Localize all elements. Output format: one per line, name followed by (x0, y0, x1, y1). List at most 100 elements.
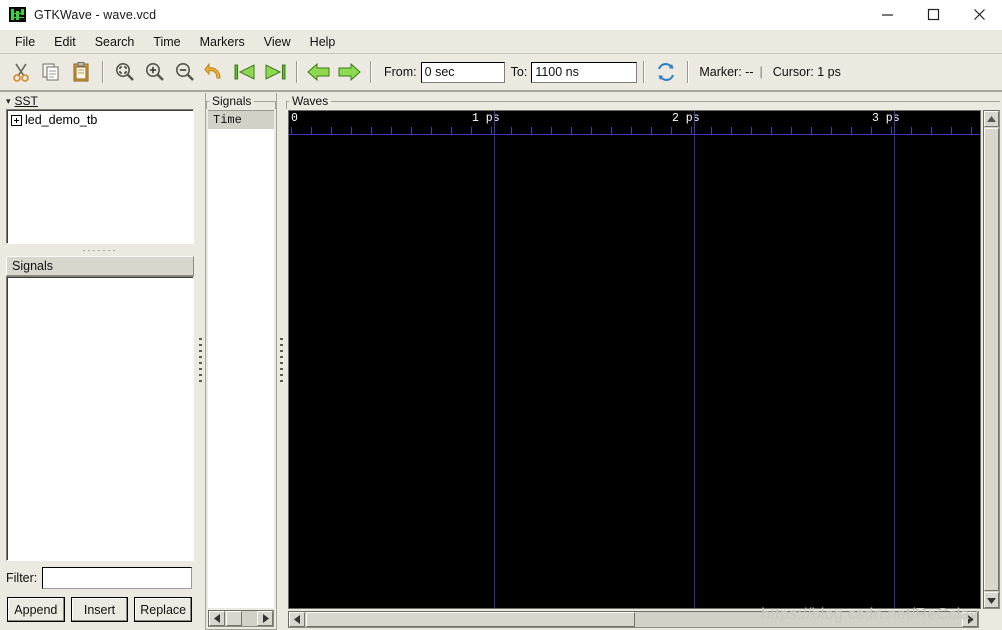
from-label: From: (384, 65, 417, 79)
prev-edge-icon[interactable] (304, 57, 334, 87)
paste-icon[interactable] (66, 57, 96, 87)
toolbar-separator-2 (296, 61, 298, 83)
waves-group-frame: Waves 0 1 ps 2 ps 3 ps (286, 93, 1000, 630)
cut-icon[interactable] (6, 57, 36, 87)
vertical-splitter-left[interactable] (196, 92, 205, 630)
signals-pane-list[interactable] (6, 276, 194, 561)
signals-column-legend: Signals (209, 94, 255, 108)
sst-label: SST (14, 94, 38, 108)
ruler-ticks (289, 127, 980, 135)
waves-hscrollbar[interactable] (288, 611, 979, 628)
scroll-up-icon[interactable] (984, 111, 999, 127)
waves-scroll-right-icon[interactable] (962, 612, 978, 627)
waves-vscrollbar[interactable] (983, 110, 1000, 609)
menu-file[interactable]: File (6, 32, 44, 52)
signals-group-frame: Signals Time (205, 93, 277, 630)
signals-pane-header: Signals (6, 256, 194, 276)
toolbar: From: 0 sec To: 1100 ns Marker: -- | Cur… (0, 54, 1002, 92)
zoom-in-icon[interactable] (140, 57, 170, 87)
time-ruler[interactable]: 0 1 ps 2 ps 3 ps (289, 111, 980, 135)
menu-bar: File Edit Search Time Markers View Help (0, 30, 1002, 54)
maximize-button[interactable] (910, 0, 956, 30)
cursor-status: Cursor: 1 ps (772, 65, 841, 79)
menu-help[interactable]: Help (301, 32, 345, 52)
filter-row: Filter: (4, 561, 196, 594)
chevron-down-icon: ▾ (6, 95, 11, 106)
filter-label: Filter: (6, 571, 38, 585)
toolbar-separator-4 (643, 61, 646, 83)
sst-node-label: led_demo_tb (25, 113, 98, 127)
zoom-fit-icon[interactable] (110, 57, 140, 87)
waves-legend: Waves (289, 94, 332, 108)
signal-row-time[interactable]: Time (208, 111, 274, 129)
reload-icon[interactable] (651, 57, 681, 87)
waves-hscroll-thumb[interactable] (306, 612, 635, 627)
ruler-cursor-line-0 (494, 111, 495, 135)
ruler-label-3: 3 ps (872, 112, 900, 125)
zoom-out-icon[interactable] (170, 57, 200, 87)
waves-bottom-row (286, 609, 1000, 630)
insert-button[interactable]: Insert (70, 597, 129, 622)
title-bar: GTKWave - wave.vcd (0, 0, 1002, 30)
filter-input[interactable] (42, 567, 192, 589)
marker-status: Marker: -- (699, 65, 754, 79)
wave-gridline-1 (694, 135, 695, 608)
sst-header[interactable]: ▾ SST (4, 92, 196, 109)
wave-drawing-area[interactable] (289, 135, 980, 608)
signal-names-panel: Signals Time (205, 92, 277, 630)
wave-gridline-0 (494, 135, 495, 608)
ruler-cursor-line-1 (694, 111, 695, 135)
menu-search[interactable]: Search (86, 32, 144, 52)
gtkwave-window: GTKWave - wave.vcd File Edit Search Time… (0, 0, 1002, 630)
toolbar-separator-3 (370, 61, 372, 83)
window-controls (864, 0, 1002, 30)
signals-hscrollbar[interactable] (208, 610, 274, 627)
waves-main: 0 1 ps 2 ps 3 ps (286, 109, 1000, 609)
window-title: GTKWave - wave.vcd (34, 7, 157, 22)
action-button-row: Append Insert Replace (4, 594, 196, 630)
status-separator: | (759, 65, 763, 79)
to-label: To: (510, 65, 528, 79)
sst-tree-node[interactable]: led_demo_tb (7, 110, 193, 127)
toolbar-separator (102, 61, 104, 83)
signal-name-list[interactable]: Time (208, 110, 274, 608)
waves-vscroll-thumb[interactable] (984, 128, 999, 591)
undo-icon[interactable] (200, 57, 230, 87)
ruler-label-1: 1 ps (472, 112, 500, 125)
waves-scroll-left-icon[interactable] (289, 612, 305, 627)
minimize-button[interactable] (864, 0, 910, 30)
ruler-label-0: 0 (291, 112, 298, 125)
wave-canvas[interactable]: 0 1 ps 2 ps 3 ps (288, 110, 981, 609)
menu-edit[interactable]: Edit (45, 32, 85, 52)
append-button[interactable]: Append (7, 597, 65, 622)
zoom-to-end-icon[interactable] (260, 57, 290, 87)
waves-panel: Waves 0 1 ps 2 ps 3 ps (286, 92, 1002, 630)
copy-icon[interactable] (36, 57, 66, 87)
ruler-cursor-line-2 (894, 111, 895, 135)
menu-markers[interactable]: Markers (191, 32, 254, 52)
replace-button[interactable]: Replace (134, 597, 193, 622)
scrollbar-corner (983, 611, 1000, 628)
signals-hscroll-thumb[interactable] (226, 611, 242, 626)
from-input[interactable]: 0 sec (420, 61, 505, 83)
next-edge-icon[interactable] (334, 57, 364, 87)
horizontal-splitter[interactable]: ······· (4, 244, 196, 256)
zoom-to-start-icon[interactable] (230, 57, 260, 87)
ruler-label-2: 2 ps (672, 112, 700, 125)
scroll-right-icon[interactable] (257, 611, 273, 626)
expand-plus-icon[interactable] (11, 114, 22, 126)
scroll-left-icon[interactable] (209, 611, 225, 626)
waves-hscroll-track[interactable] (636, 612, 963, 627)
menu-view[interactable]: View (255, 32, 300, 52)
scroll-down-icon[interactable] (984, 592, 999, 608)
vertical-splitter-right[interactable] (277, 92, 286, 630)
to-input[interactable]: 1100 ns (531, 61, 638, 83)
menu-time[interactable]: Time (144, 32, 189, 52)
sst-tree[interactable]: led_demo_tb (6, 109, 194, 244)
main-body: ▾ SST led_demo_tb ······· Signals Filter… (0, 92, 1002, 630)
wave-gridline-2 (894, 135, 895, 608)
signals-hscroll-track[interactable] (243, 611, 257, 626)
gtkwave-icon (9, 7, 26, 22)
left-panel: ▾ SST led_demo_tb ······· Signals Filter… (0, 92, 196, 630)
close-button[interactable] (956, 0, 1002, 30)
